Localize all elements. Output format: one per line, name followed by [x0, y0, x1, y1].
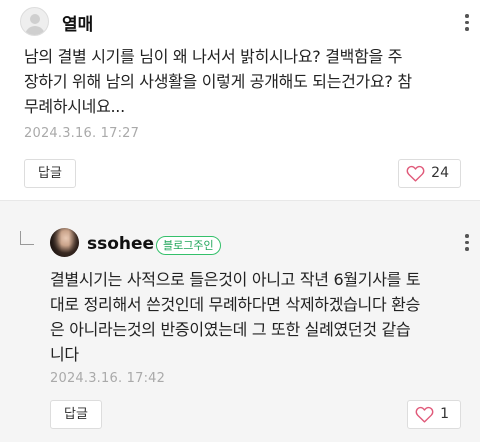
- comment-text-line: 장하기 위해 남의 사생활을 이렇게 공개해도 되는건가요? 참: [24, 72, 412, 91]
- comment-author[interactable]: 열매: [62, 10, 93, 35]
- reply-button[interactable]: 답글: [24, 159, 76, 188]
- like-button[interactable]: 24: [398, 159, 461, 188]
- like-count: 24: [431, 165, 449, 181]
- comment-date: 2024.3.16. 17:27: [24, 126, 140, 141]
- comment-text-line: 대로 정리해서 쓴것인데 무례하다면 삭제하겠습니다 환승: [50, 295, 421, 314]
- heart-icon: [406, 165, 425, 182]
- blog-owner-badge: 블로그주인: [156, 236, 221, 255]
- comment-author[interactable]: ssohee: [87, 234, 154, 254]
- comment-text-line: 남의 결별 시기를 님이 왜 나서서 밝히시나요? 결백함을 주: [24, 47, 403, 66]
- more-options-icon[interactable]: [464, 14, 470, 34]
- like-count: 1: [440, 406, 449, 422]
- reply-button[interactable]: 답글: [50, 400, 102, 429]
- user-avatar[interactable]: [50, 228, 79, 257]
- comment-text: 남의 결별 시기를 님이 왜 나서서 밝히시나요? 결백함을 주 장하기 위해 …: [24, 44, 469, 119]
- comment-text-line: 니다: [50, 345, 79, 364]
- comment-item: 열매 남의 결별 시기를 님이 왜 나서서 밝히시나요? 결백함을 주 장하기 …: [0, 0, 480, 200]
- default-avatar-icon[interactable]: [20, 7, 49, 36]
- comment-text: 결별시기는 사적으로 들은것이 아니고 작년 6월기사를 토 대로 정리해서 쓴…: [50, 267, 470, 367]
- reply-arrow-icon: [20, 231, 34, 245]
- reply-comment-item: ssohee 블로그주인 결별시기는 사적으로 들은것이 아니고 작년 6월기사…: [0, 200, 480, 442]
- more-options-icon[interactable]: [464, 234, 470, 254]
- comment-text-line: 결별시기는 사적으로 들은것이 아니고 작년 6월기사를 토: [50, 270, 421, 289]
- comment-date: 2024.3.16. 17:42: [50, 371, 166, 386]
- heart-icon: [415, 406, 434, 423]
- comment-text-line: 무례하시네요...: [24, 97, 125, 116]
- like-button[interactable]: 1: [407, 400, 461, 429]
- comment-text-line: 은 아니라는것의 반증이였는데 그 또한 실례였던것 같습: [50, 320, 411, 339]
